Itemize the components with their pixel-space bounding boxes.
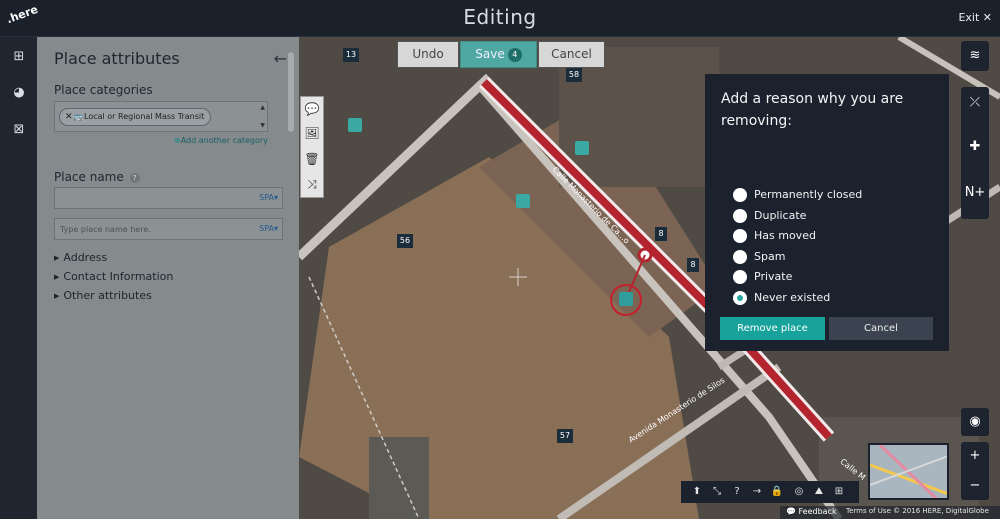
block-number: 8 bbox=[687, 258, 699, 272]
radio-button[interactable] bbox=[733, 188, 747, 202]
locate-panel: ◉ bbox=[961, 408, 989, 436]
arrow-left-icon[interactable]: ← bbox=[274, 49, 287, 68]
bus-icon: 🚌 bbox=[73, 112, 83, 121]
minimap[interactable] bbox=[868, 443, 949, 500]
radio-button[interactable] bbox=[733, 209, 747, 223]
panel-title: Place attributes bbox=[54, 49, 180, 68]
grid-icon[interactable]: ⊞ bbox=[831, 484, 847, 500]
save-count-badge: 4 bbox=[507, 48, 522, 62]
alt-name-input[interactable] bbox=[60, 222, 250, 237]
dialog-cancel-button[interactable]: Cancel bbox=[829, 317, 933, 340]
place-name-field[interactable]: SPA▾ bbox=[54, 187, 283, 209]
add-place-icon[interactable]: N+ bbox=[961, 179, 989, 207]
radio-button[interactable] bbox=[733, 250, 747, 264]
help-icon[interactable]: ? bbox=[129, 173, 140, 183]
lock-icon[interactable]: 🔒 bbox=[769, 484, 785, 500]
add-photo-icon[interactable]: 🖼 bbox=[303, 124, 321, 142]
section-address[interactable]: ▶ Address bbox=[54, 251, 107, 264]
language-select-2[interactable]: SPA▾ bbox=[259, 224, 278, 233]
block-number: 57 bbox=[557, 429, 573, 443]
top-bar: .here Editing Exit ✕ bbox=[0, 0, 1000, 37]
category-box[interactable]: ✕ 🚌 Local or Regional Mass Transit ▲ ▼ bbox=[54, 101, 268, 132]
block-number: 58 bbox=[566, 68, 582, 82]
remove-reason-dialog: Add a reason why you are removing: Perma… bbox=[705, 74, 949, 351]
panel-scrollbar[interactable] bbox=[288, 52, 294, 132]
remove-chip-icon[interactable]: ✕ bbox=[65, 109, 73, 125]
measure-icon[interactable]: ⤡ bbox=[709, 484, 725, 500]
radio-button[interactable] bbox=[733, 229, 747, 243]
split-icon[interactable]: ⤨ bbox=[303, 175, 321, 193]
globe-icon[interactable]: ◎ bbox=[791, 484, 807, 500]
radio-button-selected[interactable] bbox=[733, 291, 747, 305]
undo-button[interactable]: Undo bbox=[397, 41, 459, 68]
plus-icon: ⊕ bbox=[174, 136, 181, 145]
help-icon[interactable]: ? bbox=[729, 484, 745, 500]
scroll-down-icon[interactable]: ▼ bbox=[260, 122, 265, 129]
feedback-icon: 💬 bbox=[786, 507, 796, 516]
zoom-out-icon[interactable]: − bbox=[961, 472, 989, 500]
layers-panel: ≋ bbox=[961, 41, 989, 71]
section-contact[interactable]: ▶ Contact Information bbox=[54, 270, 173, 283]
palette-icon[interactable]: ◕ bbox=[10, 84, 28, 102]
place-categories-label: Place categories bbox=[54, 83, 153, 97]
layers-icon[interactable]: ≋ bbox=[961, 42, 989, 70]
zoom-in-icon[interactable]: + bbox=[961, 442, 989, 470]
feedback-link[interactable]: 💬 Feedback bbox=[786, 507, 837, 516]
block-number: 56 bbox=[397, 234, 413, 248]
terms-text[interactable]: Terms of Use © 2016 HERE, DigitalGlobe bbox=[846, 507, 989, 515]
block-number: 8 bbox=[655, 227, 667, 241]
locate-icon[interactable]: ◉ bbox=[961, 408, 989, 436]
comment-icon[interactable]: 💬 bbox=[303, 100, 321, 118]
language-select[interactable]: SPA▾ bbox=[259, 193, 278, 202]
close-icon: ✕ bbox=[982, 11, 992, 24]
terrain-icon[interactable]: ⛰ bbox=[811, 484, 827, 500]
caret-right-icon: ▶ bbox=[54, 292, 60, 300]
scroll-up-icon[interactable]: ▲ bbox=[260, 104, 265, 111]
caret-right-icon: ▶ bbox=[54, 254, 60, 262]
arrow-right-icon[interactable]: → bbox=[749, 484, 765, 500]
caret-right-icon: ▶ bbox=[54, 273, 60, 281]
cancel-edit-button[interactable]: Cancel bbox=[538, 41, 605, 68]
place-name-input[interactable] bbox=[60, 191, 250, 206]
map-tools: 💬 🖼 🗑 ⤨ bbox=[300, 96, 324, 198]
add-comment-icon[interactable]: ✚ bbox=[961, 133, 989, 161]
upload-icon[interactable]: ⬆ bbox=[689, 484, 705, 500]
alt-name-field[interactable]: SPA▾ bbox=[54, 218, 283, 240]
bottom-toolbar: ⬆ ⤡ ? → 🔒 ◎ ⛰ ⊞ bbox=[681, 481, 859, 503]
category-chip[interactable]: ✕ 🚌 Local or Regional Mass Transit bbox=[59, 108, 212, 126]
exit-button[interactable]: Exit ✕ bbox=[958, 11, 992, 24]
left-rail: ⊞ ◕ ⊠ bbox=[0, 37, 37, 519]
remove-place-button[interactable]: Remove place bbox=[720, 317, 825, 340]
add-category-link[interactable]: ⊕Add another category bbox=[174, 136, 268, 145]
save-button[interactable]: Save 4 bbox=[460, 41, 537, 68]
section-other[interactable]: ▶ Other attributes bbox=[54, 289, 152, 302]
trash-icon[interactable]: 🗑 bbox=[303, 150, 321, 168]
page-title: Editing bbox=[463, 5, 537, 29]
layers-grid-icon[interactable]: ⊞ bbox=[10, 48, 28, 66]
block-number: 13 bbox=[343, 48, 359, 62]
place-attributes-panel: Place attributes ← Place categories ✕ 🚌 … bbox=[37, 37, 299, 519]
create-tools: ⤫ ✚ N+ bbox=[961, 87, 989, 219]
zoom-panel: + − bbox=[961, 442, 989, 500]
radio-button[interactable] bbox=[733, 270, 747, 284]
dialog-heading: Add a reason why you are removing: bbox=[721, 91, 904, 129]
map-footer: 💬 Feedback Terms of Use © 2016 HERE, Dig… bbox=[780, 506, 1000, 519]
place-name-label: Place name? bbox=[54, 170, 140, 184]
add-route-icon[interactable]: ⤫ bbox=[961, 89, 989, 117]
minimap-imagery bbox=[870, 445, 947, 498]
map-edit-icon[interactable]: ⊠ bbox=[10, 121, 28, 139]
